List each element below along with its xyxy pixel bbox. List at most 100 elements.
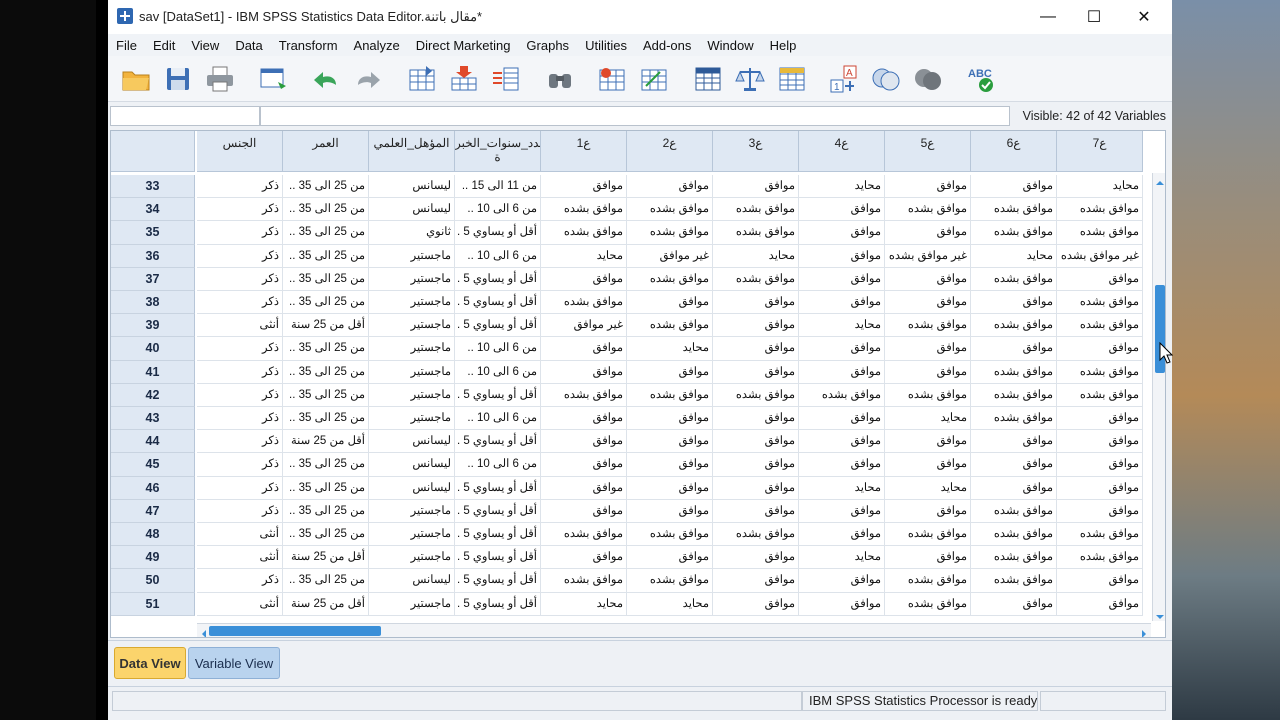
cell-gender[interactable]: ذكر — [197, 244, 283, 268]
menu-graphs[interactable]: Graphs — [526, 38, 569, 53]
cell-q1[interactable]: موافق — [541, 337, 627, 361]
cell-experience[interactable]: أقل أو يساوي 5 . — [455, 569, 541, 593]
cell-q6[interactable]: موافق — [971, 476, 1057, 500]
save-icon[interactable] — [160, 62, 196, 96]
cell-gender[interactable]: ذكر — [197, 407, 283, 431]
cell-q7[interactable]: غير موافق بشده — [1057, 244, 1143, 268]
column-header-experience[interactable]: عدد_سنوات_الخبر ة — [455, 131, 541, 172]
cell-q3[interactable]: موافق — [713, 407, 799, 431]
menu-direct-marketing[interactable]: Direct Marketing — [416, 38, 511, 53]
cell-q1[interactable]: موافق — [541, 360, 627, 384]
row-number[interactable]: 49 — [111, 546, 195, 570]
row-number[interactable]: 50 — [111, 569, 195, 593]
cell-q2[interactable]: موافق بشده — [627, 314, 713, 338]
cell-q1[interactable]: موافق — [541, 546, 627, 570]
cell-qualification[interactable]: ماجستير — [369, 314, 455, 338]
cell-experience[interactable]: من 6 الى 10 .. — [455, 198, 541, 222]
cell-qualification[interactable]: ماجستير — [369, 546, 455, 570]
cell-age[interactable]: من 25 الى 35 .. — [283, 499, 369, 523]
menu-add-ons[interactable]: Add-ons — [643, 38, 691, 53]
cell-q7[interactable]: موافق بشده — [1057, 546, 1143, 570]
cell-q4[interactable]: محايد — [799, 175, 885, 199]
cell-q5[interactable]: موافق — [885, 267, 971, 291]
tab-data-view[interactable]: Data View — [114, 647, 186, 679]
cell-q3[interactable]: موافق — [713, 360, 799, 384]
cell-q7[interactable]: موافق بشده — [1057, 523, 1143, 547]
cell-qualification[interactable]: ماجستير — [369, 291, 455, 315]
cell-qualification[interactable]: ليسانس — [369, 453, 455, 477]
row-number[interactable]: 33 — [111, 175, 195, 199]
cell-q7[interactable]: موافق — [1057, 592, 1143, 616]
column-header-qualification[interactable]: المؤهل_العلمي — [369, 131, 455, 172]
cell-q2[interactable]: موافق — [627, 453, 713, 477]
cell-gender[interactable]: ذكر — [197, 221, 283, 245]
cell-qualification[interactable]: ماجستير — [369, 407, 455, 431]
cell-q5[interactable]: موافق — [885, 291, 971, 315]
cell-q1[interactable]: موافق — [541, 430, 627, 454]
cell-value-input[interactable] — [260, 106, 1010, 126]
cell-q2[interactable]: موافق — [627, 175, 713, 199]
cell-age[interactable]: من 25 الى 35 .. — [283, 244, 369, 268]
variables-icon[interactable] — [488, 62, 524, 96]
cell-q6[interactable]: موافق بشده — [971, 407, 1057, 431]
cell-q3[interactable]: موافق بشده — [713, 267, 799, 291]
cell-q2[interactable]: محايد — [627, 337, 713, 361]
cell-q2[interactable]: موافق — [627, 430, 713, 454]
cell-q7[interactable]: موافق بشده — [1057, 360, 1143, 384]
cell-q5[interactable]: موافق بشده — [885, 198, 971, 222]
cell-q3[interactable]: موافق — [713, 476, 799, 500]
use-sets-icon[interactable] — [868, 62, 904, 96]
undo-icon[interactable] — [308, 62, 344, 96]
cell-qualification[interactable]: ماجستير — [369, 383, 455, 407]
cell-q1[interactable]: موافق بشده — [541, 383, 627, 407]
cell-q2[interactable]: موافق — [627, 476, 713, 500]
cell-q5[interactable]: محايد — [885, 407, 971, 431]
weight-cases-icon[interactable] — [732, 62, 768, 96]
cell-q6[interactable]: موافق بشده — [971, 499, 1057, 523]
cell-q2[interactable]: موافق — [627, 407, 713, 431]
cell-q3[interactable]: موافق بشده — [713, 198, 799, 222]
cell-q5[interactable]: موافق بشده — [885, 383, 971, 407]
column-header-q1[interactable]: ع1 — [541, 131, 627, 172]
grid-corner[interactable] — [111, 131, 195, 172]
cell-age[interactable]: أقل من 25 سنة — [283, 430, 369, 454]
cell-experience[interactable]: من 6 الى 10 .. — [455, 453, 541, 477]
cell-q6[interactable]: محايد — [971, 244, 1057, 268]
cell-q3[interactable]: موافق بشده — [713, 383, 799, 407]
row-number[interactable]: 51 — [111, 592, 195, 616]
cell-q6[interactable]: موافق بشده — [971, 546, 1057, 570]
cell-qualification[interactable]: ليسانس — [369, 430, 455, 454]
cell-experience[interactable]: أقل أو يساوي 5 . — [455, 592, 541, 616]
cell-q5[interactable]: غير موافق بشده — [885, 244, 971, 268]
cell-qualification[interactable]: ماجستير — [369, 523, 455, 547]
open-folder-icon[interactable] — [118, 62, 154, 96]
cell-q1[interactable]: موافق — [541, 476, 627, 500]
cell-qualification[interactable]: ماجستير — [369, 592, 455, 616]
cell-age[interactable]: من 25 الى 35 .. — [283, 337, 369, 361]
cell-q4[interactable]: موافق — [799, 430, 885, 454]
cell-q6[interactable]: موافق — [971, 453, 1057, 477]
cell-q6[interactable]: موافق بشده — [971, 360, 1057, 384]
row-number[interactable]: 35 — [111, 221, 195, 245]
row-number[interactable]: 39 — [111, 314, 195, 338]
cell-qualification[interactable]: ليسانس — [369, 175, 455, 199]
insert-cases-icon[interactable] — [594, 62, 630, 96]
cell-age[interactable]: أقل من 25 سنة — [283, 592, 369, 616]
menu-edit[interactable]: Edit — [153, 38, 175, 53]
cell-age[interactable]: أقل من 25 سنة — [283, 314, 369, 338]
goto-variable-icon[interactable] — [446, 62, 482, 96]
menu-view[interactable]: View — [191, 38, 219, 53]
split-file-icon[interactable] — [690, 62, 726, 96]
cell-q6[interactable]: موافق — [971, 430, 1057, 454]
cell-q7[interactable]: موافق — [1057, 430, 1143, 454]
cell-q4[interactable]: موافق — [799, 221, 885, 245]
cell-q3[interactable]: موافق — [713, 569, 799, 593]
cell-experience[interactable]: أقل أو يساوي 5 . — [455, 546, 541, 570]
spell-check-icon[interactable]: ABC — [964, 62, 1000, 96]
cell-q4[interactable]: موافق — [799, 592, 885, 616]
cell-q1[interactable]: موافق بشده — [541, 198, 627, 222]
cell-q5[interactable]: موافق — [885, 360, 971, 384]
cell-q1[interactable]: موافق — [541, 453, 627, 477]
cell-q2[interactable]: موافق — [627, 499, 713, 523]
cell-qualification[interactable]: ليسانس — [369, 198, 455, 222]
